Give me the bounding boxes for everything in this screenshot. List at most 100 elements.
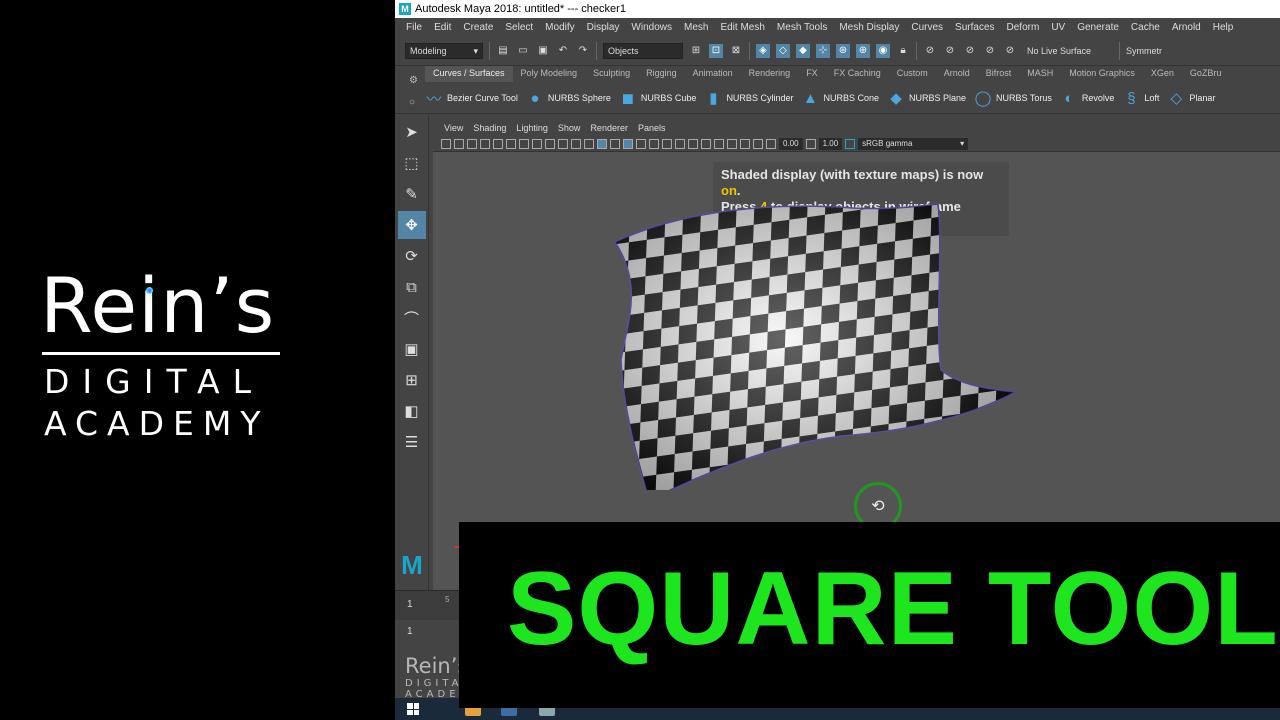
revolve-button[interactable]: ◐ Revolve — [1060, 89, 1119, 107]
panel-menu-panels[interactable]: Panels — [633, 123, 671, 133]
lasso-tool-icon[interactable]: ⬚ — [398, 149, 426, 177]
menu-set-dropdown[interactable]: Modeling ▾ — [405, 42, 483, 59]
panel-menu-show[interactable]: Show — [553, 123, 586, 133]
shelf-tab-motion-graphics[interactable]: Motion Graphics — [1061, 66, 1143, 82]
checker-surface[interactable] — [613, 190, 1033, 490]
menu-modify[interactable]: Modify — [539, 22, 580, 33]
menu-create[interactable]: Create — [457, 22, 499, 33]
film-gate-icon[interactable] — [519, 138, 529, 149]
anti-aliasing-icon[interactable] — [688, 138, 698, 149]
nurbs-cylinder-button[interactable]: ▮ NURBS Cylinder — [704, 89, 797, 107]
shelf-tab-rigging[interactable]: Rigging — [638, 66, 685, 82]
nurbs-plane-button[interactable]: ◆ NURBS Plane — [887, 89, 970, 107]
panel-menu-lighting[interactable]: Lighting — [511, 123, 553, 133]
viewport-panel[interactable]: View Shading Lighting Show Renderer Pane… — [433, 120, 1280, 590]
menu-arnold[interactable]: Arnold — [1166, 22, 1207, 33]
last-tool-icon[interactable]: ⌒ — [398, 304, 426, 332]
shelf-tab-mash[interactable]: MASH — [1019, 66, 1061, 82]
grid-icon[interactable] — [506, 138, 516, 149]
exposure-field[interactable]: 0.00 — [779, 137, 803, 150]
menu-curves[interactable]: Curves — [905, 22, 949, 33]
shelf-tab-fx[interactable]: FX — [798, 66, 826, 82]
select-hierarchy-icon[interactable]: ⊞ — [689, 44, 703, 58]
shelf-tab-custom[interactable]: Custom — [889, 66, 936, 82]
smooth-shade-icon[interactable] — [597, 138, 607, 149]
scale-tool-icon[interactable]: ⧉ — [398, 273, 426, 301]
menu-display[interactable]: Display — [581, 22, 626, 33]
snap-curve-icon[interactable]: ⊘ — [943, 44, 957, 58]
mask-icon[interactable]: ◈ — [756, 43, 770, 58]
color-space-dropdown[interactable]: sRGB gamma ▾ — [858, 137, 969, 150]
menu-generate[interactable]: Generate — [1071, 22, 1125, 33]
wireframe-on-shaded-icon[interactable] — [610, 138, 620, 149]
open-scene-icon[interactable]: ▭ — [516, 44, 530, 58]
resolution-gate-icon[interactable] — [532, 138, 542, 149]
nurbs-torus-button[interactable]: ◯ NURBS Torus — [974, 89, 1056, 107]
gate-mask-icon[interactable] — [545, 138, 555, 149]
menu-mesh-tools[interactable]: Mesh Tools — [771, 22, 833, 33]
bezier-curve-tool-button[interactable]: 〰 Bezier Curve Tool — [425, 89, 522, 108]
menu-select[interactable]: Select — [499, 22, 539, 33]
lock-icon[interactable]: 🔒︎ — [896, 44, 910, 58]
nurbs-cone-button[interactable]: ▲ NURBS Cone — [801, 89, 883, 107]
isolate-select-icon[interactable] — [714, 138, 724, 149]
panel-menu-shading[interactable]: Shading — [468, 123, 511, 133]
mask-icon[interactable]: ⊹ — [816, 43, 830, 58]
shelf-tab-rendering[interactable]: Rendering — [741, 66, 799, 82]
field-chart-icon[interactable] — [558, 138, 568, 149]
snap-surface-icon[interactable]: ⊘ — [1003, 44, 1017, 58]
snap-point-icon[interactable]: ⊘ — [963, 44, 977, 58]
range-start-field[interactable]: 1 — [407, 626, 413, 637]
safe-action-icon[interactable] — [571, 138, 581, 149]
move-tool-icon[interactable]: ✥ — [397, 211, 426, 239]
menu-edit-mesh[interactable]: Edit Mesh — [714, 22, 770, 33]
grease-pencil-icon[interactable] — [493, 138, 503, 149]
windows-start-icon[interactable] — [407, 703, 419, 715]
shelf-tab-curves-surfaces[interactable]: Curves / Surfaces — [425, 66, 513, 82]
camera-attributes-icon[interactable] — [454, 138, 464, 149]
menu-help[interactable]: Help — [1207, 22, 1240, 33]
snap-view-icon[interactable]: ⊘ — [983, 44, 997, 58]
panel-menu-view[interactable]: View — [439, 123, 468, 133]
ambient-occlusion-icon[interactable] — [662, 138, 672, 149]
mask-icon[interactable]: ◆ — [796, 43, 810, 58]
select-object-icon[interactable]: ⊡ — [709, 43, 723, 58]
shelf-tab-arnold[interactable]: Arnold — [936, 66, 978, 82]
shelf-tab-bifrost[interactable]: Bifrost — [978, 66, 1020, 82]
mask-icon[interactable]: ⊛ — [836, 43, 850, 58]
shadows-icon[interactable] — [649, 138, 659, 149]
paint-select-icon[interactable]: ✎ — [398, 180, 426, 208]
shelf-tab-sculpting[interactable]: Sculpting — [585, 66, 638, 82]
image-plane-icon[interactable] — [480, 138, 490, 149]
planar-button[interactable]: ◇ Planar — [1167, 89, 1219, 107]
outliner-layout-icon[interactable]: ☰ — [398, 428, 426, 456]
depth-of-field-icon[interactable] — [701, 138, 711, 149]
menu-deform[interactable]: Deform — [1001, 22, 1046, 33]
shelf-tab-animation[interactable]: Animation — [685, 66, 741, 82]
selection-mode-dropdown[interactable]: Objects — [603, 42, 683, 59]
mask-icon[interactable]: ◇ — [776, 43, 790, 58]
select-component-icon[interactable]: ⊠ — [729, 44, 743, 58]
xray-joints-icon[interactable] — [740, 138, 750, 149]
rotate-tool-icon[interactable]: ⟳ — [398, 242, 426, 270]
live-surface-field[interactable]: No Live Surface — [1023, 42, 1113, 59]
lights-icon[interactable] — [636, 138, 646, 149]
nurbs-cube-button[interactable]: ◼ NURBS Cube — [619, 89, 701, 107]
four-view-layout-icon[interactable]: ⊞ — [398, 366, 426, 394]
new-scene-icon[interactable]: ▤ — [496, 44, 510, 58]
menu-mesh[interactable]: Mesh — [678, 22, 714, 33]
menu-uv[interactable]: UV — [1045, 22, 1071, 33]
color-management-icon[interactable] — [845, 138, 856, 149]
mask-icon[interactable]: ◉ — [876, 43, 890, 58]
bookmark-icon[interactable] — [467, 138, 477, 149]
menu-windows[interactable]: Windows — [625, 22, 678, 33]
snap-grid-icon[interactable]: ⊘ — [923, 44, 937, 58]
xray-icon[interactable] — [727, 138, 737, 149]
two-view-layout-icon[interactable]: ◧ — [398, 397, 426, 425]
shelf-options-icon[interactable]: ⚙ ○ — [409, 70, 418, 114]
wireframe-icon[interactable] — [584, 138, 594, 149]
panel-menu-renderer[interactable]: Renderer — [585, 123, 633, 133]
menu-mesh-display[interactable]: Mesh Display — [833, 22, 905, 33]
save-scene-icon[interactable]: ▣ — [536, 44, 550, 58]
shelf-tab-poly-modeling[interactable]: Poly Modeling — [513, 66, 586, 82]
